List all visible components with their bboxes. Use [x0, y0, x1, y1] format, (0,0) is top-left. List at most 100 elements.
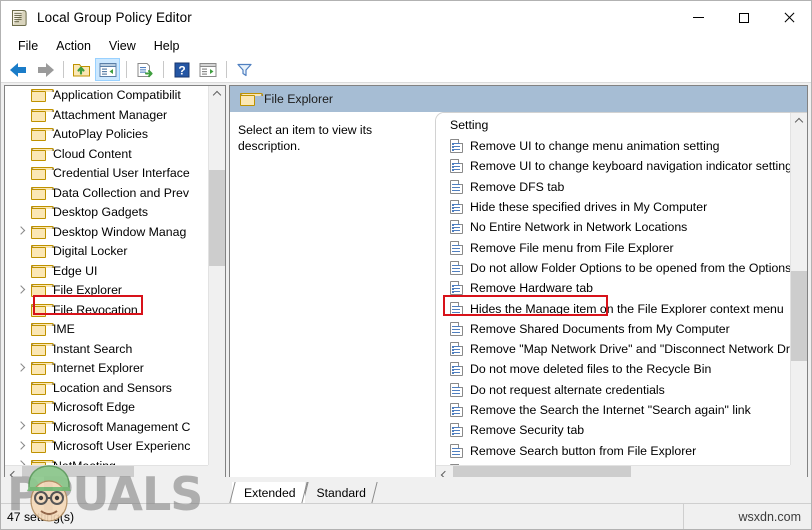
- list-item[interactable]: No Entire Network in Network Locations: [436, 217, 790, 237]
- list-item[interactable]: Hide these specified drives in My Comput…: [436, 197, 790, 217]
- toolbar: ?: [1, 57, 811, 83]
- tree-item[interactable]: Desktop Gadgets: [5, 203, 208, 223]
- folder-icon: [31, 128, 54, 142]
- tree-item-label: Application Compatibilit: [53, 88, 181, 103]
- setting-label: Remove Shared Documents from My Computer: [470, 321, 730, 336]
- back-button[interactable]: [6, 58, 31, 81]
- tree-item[interactable]: Attachment Manager: [5, 106, 208, 126]
- export-list-icon: [137, 62, 153, 77]
- details-header-title: File Explorer: [264, 92, 334, 106]
- tree-item[interactable]: Microsoft Management C: [5, 418, 208, 438]
- tree-item[interactable]: AutoPlay Policies: [5, 125, 208, 145]
- list-item[interactable]: Remove Security tab: [436, 420, 790, 440]
- tree-item[interactable]: IME: [5, 320, 208, 340]
- menu-file[interactable]: File: [9, 37, 47, 55]
- sidebar-item-file-explorer[interactable]: File Explorer: [5, 281, 208, 301]
- setting-label: Do not move deleted files to the Recycle…: [470, 362, 712, 377]
- menu-help[interactable]: Help: [145, 37, 189, 55]
- tab-standard-label: Standard: [316, 485, 366, 500]
- list-item[interactable]: Do not request alternate credentials: [436, 380, 790, 400]
- main-content: Application Compatibilit Attachment Mana…: [1, 83, 811, 483]
- policy-setting-icon: [450, 240, 463, 255]
- description-pane: Select an item to view its description.: [230, 112, 435, 482]
- folder-icon: [31, 108, 54, 122]
- tree-item[interactable]: Edge UI: [5, 262, 208, 282]
- chevron-right-icon[interactable]: [17, 364, 26, 373]
- tree-item-label: Microsoft Management C: [53, 419, 191, 434]
- chevron-right-icon[interactable]: [17, 423, 26, 432]
- list-item[interactable]: Hides the Manage item on the File Explor…: [436, 298, 790, 318]
- site-attribution: wsxdn.com: [738, 509, 801, 524]
- tree-item[interactable]: File Revocation: [5, 301, 208, 321]
- tree-item[interactable]: Digital Locker: [5, 242, 208, 262]
- folder-icon: [31, 167, 54, 181]
- filter-button[interactable]: [232, 58, 257, 81]
- tree-list: Application Compatibilit Attachment Mana…: [5, 86, 208, 465]
- tree-item[interactable]: NetMeeting: [5, 457, 208, 465]
- setting-label: Remove the Search the Internet "Search a…: [470, 403, 751, 417]
- tree-item[interactable]: Microsoft User Experienc: [5, 437, 208, 457]
- tree-item[interactable]: Desktop Window Manag: [5, 223, 208, 243]
- folder-icon: [31, 342, 54, 356]
- folder-icon: [31, 225, 54, 239]
- tab-extended[interactable]: Extended: [232, 482, 305, 503]
- list-item[interactable]: Do not allow Folder Options to be opened…: [436, 258, 790, 278]
- chevron-right-icon[interactable]: [17, 286, 26, 295]
- tree-item[interactable]: Application Compatibilit: [5, 86, 208, 106]
- list-item[interactable]: Remove File menu from File Explorer: [436, 237, 790, 257]
- maximize-button[interactable]: [721, 1, 766, 35]
- policy-setting-icon: [450, 220, 463, 235]
- toolbar-separator: [63, 61, 64, 78]
- setting-label: Do not allow Folder Options to be opened…: [470, 260, 790, 275]
- tree-item-label: Edge UI: [53, 263, 98, 278]
- chevron-right-icon[interactable]: [17, 442, 26, 451]
- tree-item[interactable]: Cloud Content: [5, 145, 208, 165]
- forward-button[interactable]: [32, 58, 57, 81]
- scroll-thumb[interactable]: [209, 170, 225, 266]
- folder-up-icon: [73, 64, 90, 77]
- tab-standard[interactable]: Standard: [304, 482, 375, 503]
- folder-icon: [31, 147, 54, 161]
- settings-list-pane: Setting Remove UI to change menu animati…: [435, 112, 807, 482]
- list-item[interactable]: Remove UI to change menu animation setti…: [436, 136, 790, 156]
- scroll-up-button[interactable]: [791, 113, 807, 130]
- chevron-right-icon[interactable]: [17, 228, 26, 237]
- toolbar-separator-2: [126, 61, 127, 78]
- show-action-pane-button[interactable]: [195, 58, 220, 81]
- list-item-remove-hardware-tab[interactable]: Remove Hardware tab: [436, 278, 790, 298]
- setting-label: Remove DFS tab: [470, 179, 565, 194]
- tree-item-label: File Revocation: [53, 302, 138, 317]
- tree-vertical-scrollbar[interactable]: [208, 86, 225, 482]
- list-item[interactable]: Remove Search button from File Explorer: [436, 440, 790, 460]
- tree-item[interactable]: Data Collection and Prev: [5, 184, 208, 204]
- settings-vertical-scrollbar[interactable]: [790, 113, 807, 482]
- menu-view[interactable]: View: [100, 37, 145, 55]
- policy-setting-icon: [450, 443, 463, 458]
- tree-item[interactable]: Location and Sensors: [5, 379, 208, 399]
- tree-item[interactable]: Instant Search: [5, 340, 208, 360]
- list-item[interactable]: Remove UI to change keyboard navigation …: [436, 156, 790, 176]
- close-button[interactable]: [766, 1, 811, 35]
- folder-icon: [31, 440, 54, 454]
- tree-item[interactable]: Internet Explorer: [5, 359, 208, 379]
- tree-item[interactable]: Microsoft Edge: [5, 398, 208, 418]
- list-item[interactable]: Remove "Map Network Drive" and "Disconne…: [436, 339, 790, 359]
- scroll-thumb[interactable]: [791, 271, 807, 361]
- policy-setting-icon: [450, 342, 463, 357]
- list-item[interactable]: Remove DFS tab: [436, 177, 790, 197]
- menu-action[interactable]: Action: [47, 37, 100, 55]
- folder-icon: [31, 284, 54, 298]
- scroll-up-button[interactable]: [209, 86, 225, 103]
- minimize-button[interactable]: [676, 1, 721, 35]
- up-one-level-button[interactable]: [69, 58, 94, 81]
- list-item[interactable]: Do not move deleted files to the Recycle…: [436, 359, 790, 379]
- help-button[interactable]: ?: [169, 58, 194, 81]
- show-hide-console-tree-button[interactable]: [95, 58, 120, 81]
- list-item[interactable]: Remove Shared Documents from My Computer: [436, 319, 790, 339]
- tree-item[interactable]: Credential User Interface: [5, 164, 208, 184]
- export-list-button[interactable]: [132, 58, 157, 81]
- settings-column-header[interactable]: Setting: [436, 113, 807, 136]
- folder-icon: [31, 362, 54, 376]
- list-item[interactable]: Remove the Search the Internet "Search a…: [436, 400, 790, 420]
- folder-icon: [31, 264, 54, 278]
